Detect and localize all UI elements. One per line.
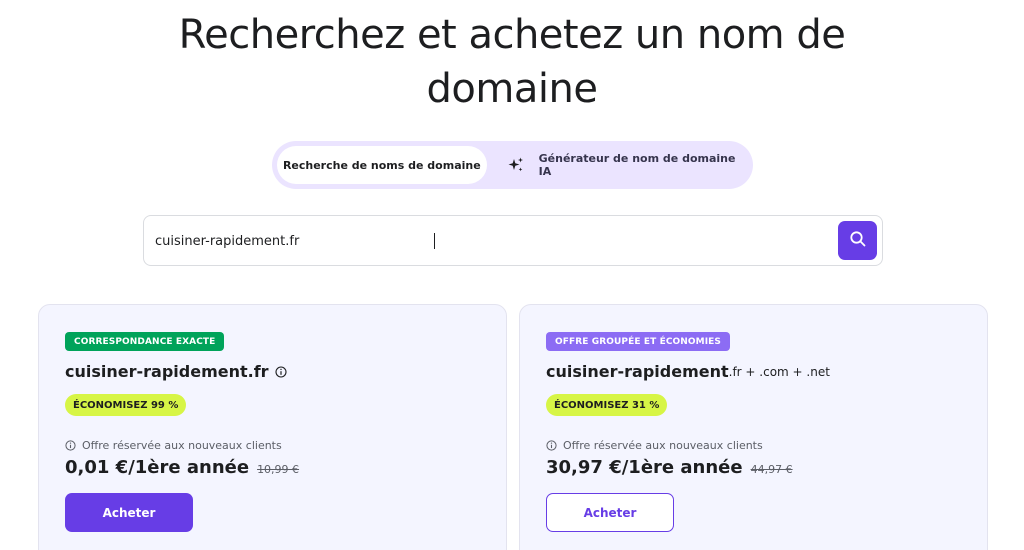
search-icon bbox=[849, 230, 867, 252]
tab-domain-search-label: Recherche de noms de domaine bbox=[282, 158, 481, 172]
price-line: 0,01 €/1ère année 10,99 € bbox=[65, 457, 299, 478]
tab-ai-domain-generator[interactable]: Générateur de nom de domaine IA bbox=[487, 146, 748, 184]
domain-name-text: cuisiner-rapidement bbox=[546, 362, 729, 381]
offer-note: Offre réservée aux nouveaux clients bbox=[546, 439, 763, 452]
domain-name-text: cuisiner-rapidement.fr bbox=[65, 362, 269, 381]
buy-button[interactable]: Acheter bbox=[65, 493, 193, 532]
page-title-line-1: Recherchez et achetez un nom de bbox=[178, 12, 846, 58]
price: 0,01 €/1ère année bbox=[65, 457, 250, 478]
tab-ai-domain-generator-label: Générateur de nom de domaine IA bbox=[538, 152, 736, 178]
bundle-offer-badge: OFFRE GROUPÉE ET ÉCONOMIES bbox=[546, 332, 731, 351]
bundle-tlds: .fr + .com + .net bbox=[728, 364, 830, 379]
old-price: 44,97 € bbox=[750, 463, 793, 476]
price-line: 30,97 €/1ère année 44,97 € bbox=[546, 457, 793, 478]
page-title-line-2: domaine bbox=[426, 66, 598, 112]
offer-note-text: Offre réservée aux nouveaux clients bbox=[82, 439, 282, 452]
text-caret bbox=[434, 233, 435, 249]
domain-search-box bbox=[143, 215, 883, 266]
price: 30,97 €/1ère année bbox=[546, 457, 743, 478]
info-icon[interactable] bbox=[275, 365, 287, 378]
info-icon bbox=[65, 440, 76, 451]
domain-search-input[interactable] bbox=[155, 230, 755, 252]
page-title: Recherchez et achetez un nom de domaine bbox=[0, 8, 1024, 116]
exact-match-badge: CORRESPONDANCE EXACTE bbox=[65, 332, 225, 351]
domain-name: cuisiner-rapidement.fr bbox=[65, 362, 287, 381]
info-icon bbox=[546, 440, 557, 451]
offer-note: Offre réservée aux nouveaux clients bbox=[65, 439, 282, 452]
tab-domain-search[interactable]: Recherche de noms de domaine bbox=[277, 146, 487, 184]
offer-note-text: Offre réservée aux nouveaux clients bbox=[563, 439, 763, 452]
domain-name: cuisiner-rapidement .fr + .com + .net bbox=[546, 362, 830, 381]
search-button[interactable] bbox=[838, 221, 877, 260]
buy-button[interactable]: Acheter bbox=[546, 493, 674, 532]
old-price: 10,99 € bbox=[257, 463, 300, 476]
domain-result-card-bundle: OFFRE GROUPÉE ET ÉCONOMIES cuisiner-rapi… bbox=[519, 304, 988, 550]
savings-badge: ÉCONOMISEZ 31 % bbox=[546, 394, 668, 416]
sparkle-icon bbox=[507, 156, 525, 174]
domain-result-card-exact: CORRESPONDANCE EXACTE cuisiner-rapidemen… bbox=[38, 304, 507, 550]
savings-badge: ÉCONOMISEZ 99 % bbox=[65, 394, 187, 416]
search-mode-tabs: Recherche de noms de domaine Générateur … bbox=[272, 141, 753, 189]
